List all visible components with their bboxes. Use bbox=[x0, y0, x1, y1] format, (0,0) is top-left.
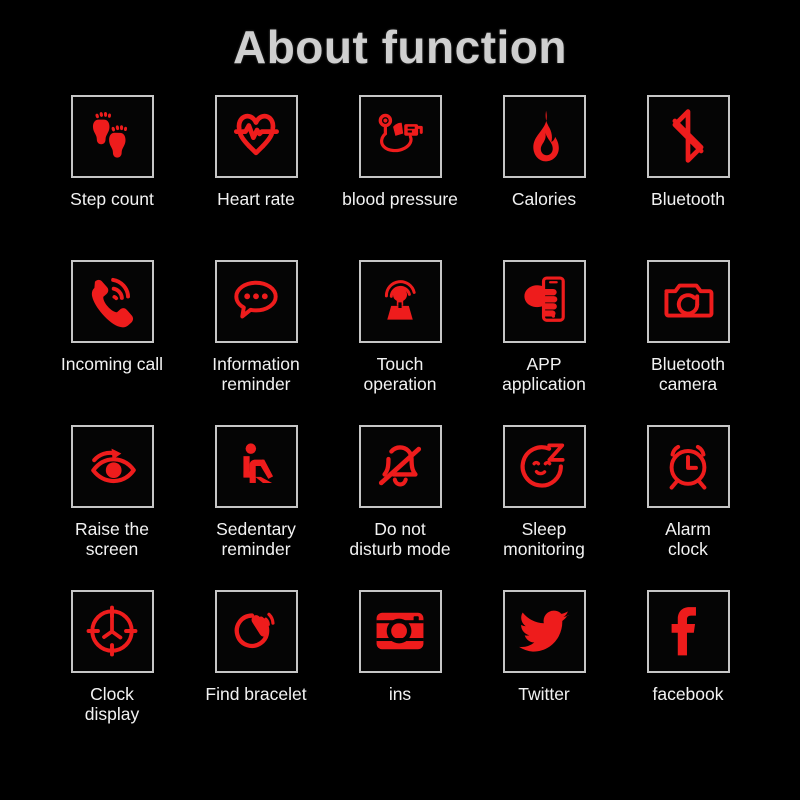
function-label: facebook bbox=[652, 683, 724, 704]
function-label: Incoming call bbox=[60, 353, 164, 374]
function-item[interactable]: Raise the screen bbox=[42, 424, 182, 590]
camera-icon bbox=[658, 271, 718, 331]
function-label: Touch operation bbox=[363, 353, 437, 395]
function-icon-tile[interactable] bbox=[214, 259, 298, 343]
ringing-phone-icon bbox=[82, 271, 142, 331]
function-item[interactable]: Sedentary reminder bbox=[186, 424, 326, 590]
function-item[interactable]: Alarm clock bbox=[618, 424, 758, 590]
instagram-icon bbox=[370, 601, 430, 661]
function-item[interactable]: Clock display bbox=[42, 589, 182, 755]
sleeping-face-z-icon bbox=[514, 436, 574, 496]
function-icon-tile[interactable] bbox=[214, 589, 298, 673]
function-icon-tile[interactable] bbox=[358, 424, 442, 508]
function-icon-tile[interactable] bbox=[214, 424, 298, 508]
seated-person-icon bbox=[226, 436, 286, 496]
function-icon-tile[interactable] bbox=[358, 94, 442, 178]
function-icon-tile[interactable] bbox=[70, 94, 154, 178]
alarm-clock-icon bbox=[658, 436, 718, 496]
function-icon-tile[interactable] bbox=[214, 94, 298, 178]
touch-hand-ripple-icon bbox=[370, 271, 430, 331]
function-item[interactable]: Calories bbox=[474, 94, 614, 260]
function-icon-tile[interactable] bbox=[502, 424, 586, 508]
function-icon-tile[interactable] bbox=[358, 589, 442, 673]
function-item[interactable]: blood pressure bbox=[330, 94, 470, 260]
function-item[interactable]: Do not disturb mode bbox=[330, 424, 470, 590]
blood-pressure-monitor-icon bbox=[370, 106, 430, 166]
heart-pulse-icon bbox=[226, 106, 286, 166]
function-icon-tile[interactable] bbox=[646, 424, 730, 508]
function-label: Calories bbox=[511, 188, 577, 209]
function-item[interactable]: Touch operation bbox=[330, 259, 470, 425]
function-label: Bluetooth camera bbox=[651, 353, 725, 395]
function-item[interactable]: Information reminder bbox=[186, 259, 326, 425]
function-label: Step count bbox=[70, 188, 154, 209]
function-icon-tile[interactable] bbox=[70, 424, 154, 508]
function-label: Raise the screen bbox=[75, 518, 149, 560]
function-item[interactable]: Sleep monitoring bbox=[474, 424, 614, 590]
function-label: APP application bbox=[502, 353, 586, 395]
function-icon-tile[interactable] bbox=[646, 589, 730, 673]
function-item[interactable]: Find bracelet bbox=[186, 589, 326, 755]
bluetooth-icon bbox=[658, 106, 718, 166]
function-item[interactable]: Twitter bbox=[474, 589, 614, 755]
facebook-f-icon bbox=[658, 601, 718, 661]
function-label: ins bbox=[388, 683, 412, 704]
bracelet-vibrate-icon bbox=[226, 601, 286, 661]
footprints-icon bbox=[82, 106, 142, 166]
function-label: Sleep monitoring bbox=[503, 518, 585, 560]
function-grid: Step count Heart rate blood pressure Cal… bbox=[40, 73, 760, 755]
function-label: Heart rate bbox=[217, 188, 295, 209]
page-title: About function bbox=[232, 21, 567, 73]
function-icon-tile[interactable] bbox=[502, 259, 586, 343]
function-label: Alarm clock bbox=[665, 518, 711, 560]
function-label: Twitter bbox=[518, 683, 570, 704]
speech-bubble-dots-icon bbox=[226, 271, 286, 331]
function-icon-tile[interactable] bbox=[646, 94, 730, 178]
flame-icon bbox=[514, 106, 574, 166]
function-label: blood pressure bbox=[342, 188, 458, 209]
function-item[interactable]: Bluetooth bbox=[618, 94, 758, 260]
function-item[interactable]: APP application bbox=[474, 259, 614, 425]
function-icon-tile[interactable] bbox=[646, 259, 730, 343]
function-label: Do not disturb mode bbox=[349, 518, 451, 560]
function-icon-tile[interactable] bbox=[502, 94, 586, 178]
eye-rotate-icon bbox=[82, 436, 142, 496]
function-item[interactable]: Heart rate bbox=[186, 94, 326, 260]
function-icon-tile[interactable] bbox=[70, 589, 154, 673]
function-icon-tile[interactable] bbox=[358, 259, 442, 343]
function-item[interactable]: facebook bbox=[618, 589, 758, 755]
function-item[interactable]: Incoming call bbox=[42, 259, 182, 425]
hand-holding-phone-icon bbox=[514, 271, 574, 331]
function-label: Clock display bbox=[84, 683, 140, 725]
function-label: Information reminder bbox=[212, 353, 300, 395]
function-label: Sedentary reminder bbox=[216, 518, 296, 560]
function-label: Bluetooth bbox=[651, 188, 725, 209]
function-icon-tile[interactable] bbox=[502, 589, 586, 673]
function-item[interactable]: ins bbox=[330, 589, 470, 755]
function-item[interactable]: Bluetooth camera bbox=[618, 259, 758, 425]
clock-dial-icon bbox=[82, 601, 142, 661]
function-icon-tile[interactable] bbox=[70, 259, 154, 343]
bell-slash-icon bbox=[370, 436, 430, 496]
function-label: Find bracelet bbox=[205, 683, 307, 704]
twitter-bird-icon bbox=[514, 601, 574, 661]
function-item[interactable]: Step count bbox=[42, 94, 182, 260]
